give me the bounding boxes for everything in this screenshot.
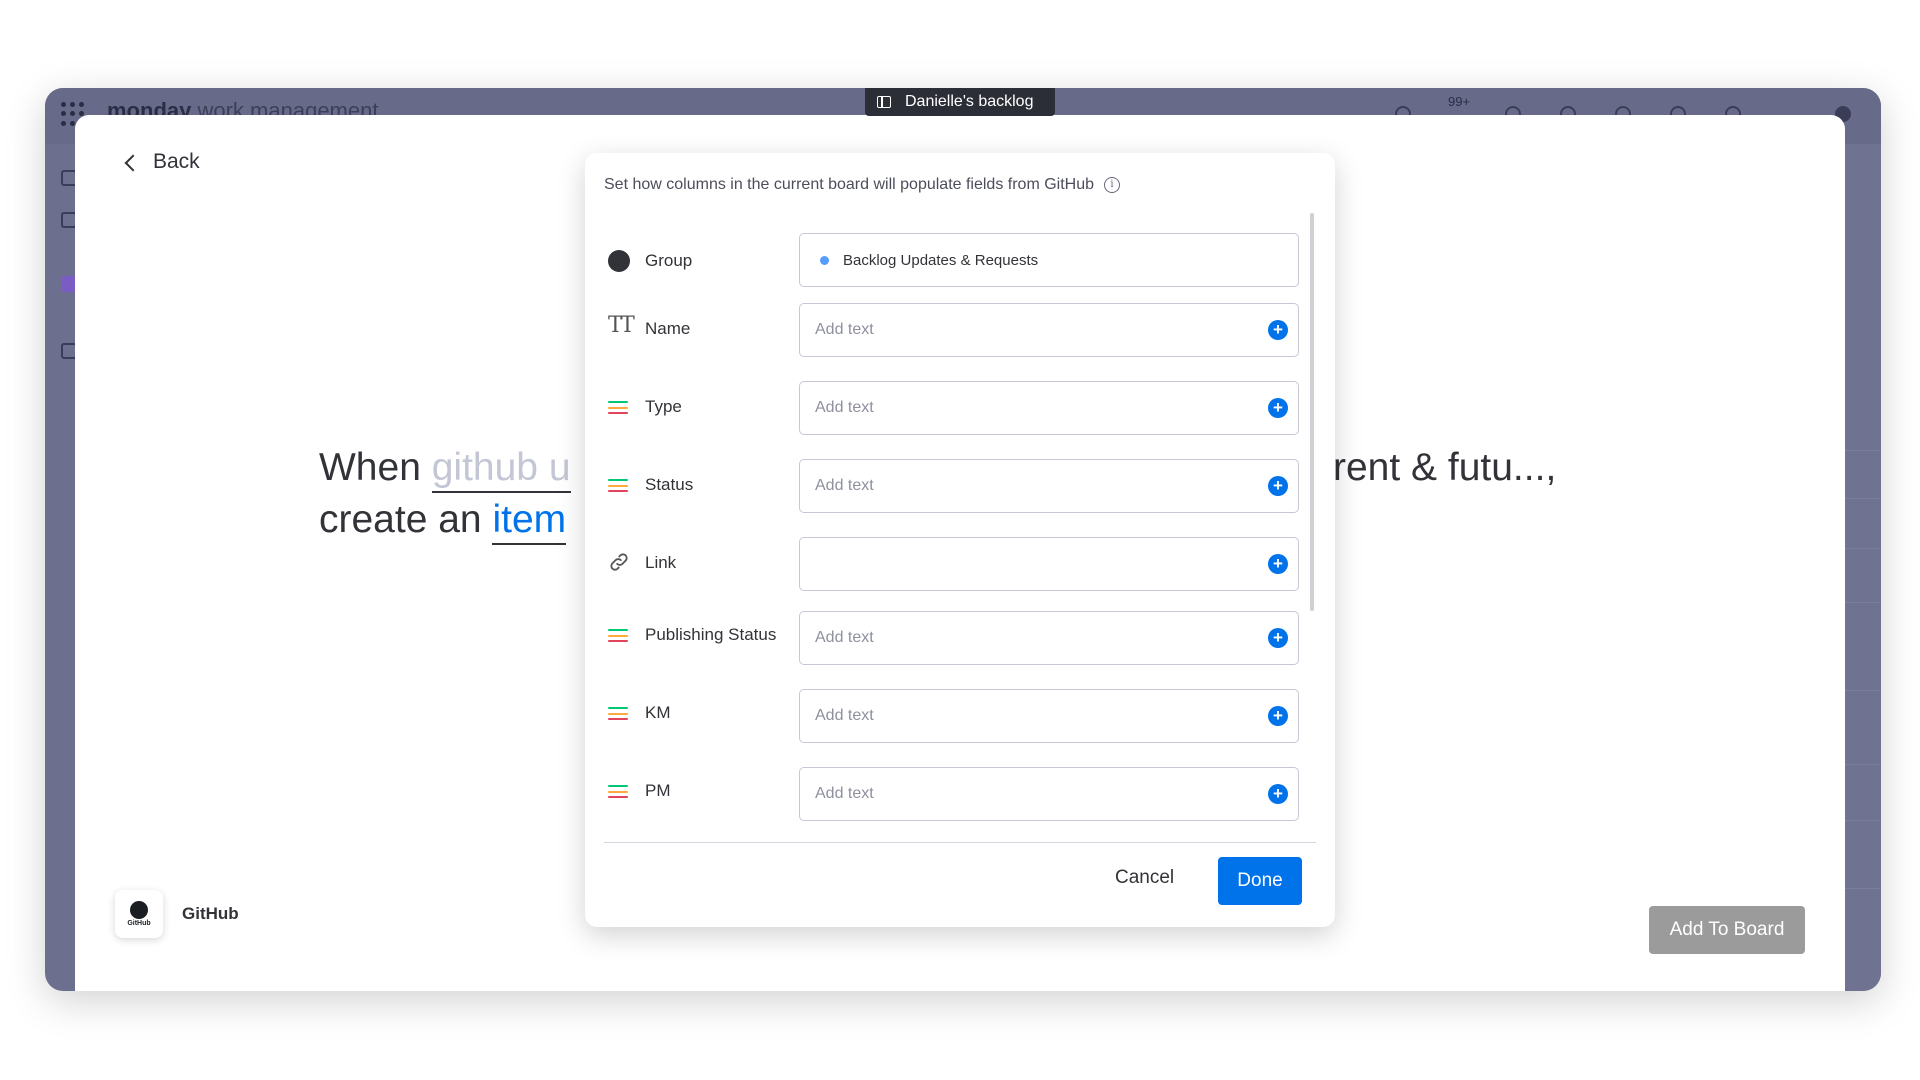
status-field[interactable]: Add text + [799, 459, 1299, 513]
mapping-row-km: KM Add text + [585, 689, 1335, 749]
status-column-icon [608, 401, 628, 414]
field-label: Link [645, 553, 677, 572]
type-field[interactable]: Add text + [799, 381, 1299, 435]
name-placeholder: Add text [815, 321, 874, 338]
field-label: KM [645, 703, 671, 722]
link-field[interactable]: + [799, 537, 1299, 591]
notification-count: 99+ [1448, 94, 1471, 109]
field-label: Name [645, 319, 691, 338]
board-icon [877, 96, 891, 108]
chevron-left-icon [124, 154, 142, 171]
field-label: Status [645, 475, 694, 494]
type-placeholder: Add text [815, 399, 874, 416]
add-field-button[interactable]: + [1268, 476, 1288, 496]
status-column-icon [608, 785, 628, 798]
field-label: Group [645, 251, 693, 270]
sentence-punct: , [1545, 446, 1557, 489]
add-field-button[interactable]: + [1268, 554, 1288, 574]
group-field[interactable]: rent & futu... [1333, 446, 1545, 489]
circle-icon [608, 250, 630, 272]
done-button[interactable]: Done [1218, 857, 1302, 905]
recipe-sentence-right: rent & futu..., [1333, 442, 1556, 494]
status-column-icon [608, 479, 628, 492]
status-column-icon [608, 629, 628, 642]
field-label: Publishing Status [645, 625, 777, 644]
field-mapping-modal: Set how columns in the current board wil… [585, 153, 1335, 927]
info-icon[interactable]: i [1104, 177, 1121, 193]
back-button[interactable]: Back [124, 150, 200, 174]
status-column-icon [608, 707, 628, 720]
add-field-button[interactable]: + [1268, 398, 1288, 418]
field-label: Type [645, 397, 682, 416]
github-logo: GitHub [115, 890, 163, 938]
back-label: Back [153, 150, 200, 173]
add-field-button[interactable]: + [1268, 320, 1288, 340]
github-logo-text: GitHub [127, 920, 151, 927]
board-tab[interactable]: Danielle's backlog [865, 88, 1055, 116]
status-placeholder: Add text [815, 477, 874, 494]
mapping-row-name: TT Name Add text + [585, 303, 1335, 363]
pm-placeholder: Add text [815, 785, 874, 802]
modal-description-text: Set how columns in the current board wil… [604, 176, 1095, 193]
publishing-status-placeholder: Add text [815, 629, 874, 646]
km-field[interactable]: Add text + [799, 689, 1299, 743]
publishing-status-field[interactable]: Add text + [799, 611, 1299, 665]
text-type-icon: TT [608, 313, 635, 338]
name-field[interactable]: Add text + [799, 303, 1299, 357]
cancel-button[interactable]: Cancel [1115, 867, 1174, 889]
board-tab-label: Danielle's backlog [905, 93, 1034, 110]
board-background [1845, 144, 1881, 991]
github-octocat-icon [130, 901, 148, 919]
link-icon [610, 553, 628, 571]
group-select[interactable]: Backlog Updates & Requests [799, 233, 1299, 287]
add-field-button[interactable]: + [1268, 706, 1288, 726]
mapping-row-status: Status Add text + [585, 459, 1335, 519]
modal-description: Set how columns in the current board wil… [604, 176, 1121, 194]
group-value: Backlog Updates & Requests [843, 251, 1039, 269]
field-label: PM [645, 781, 671, 800]
group-color-dot [820, 255, 829, 265]
sentence-start: When [319, 446, 432, 489]
trigger-field[interactable]: github u [431, 446, 571, 493]
add-field-button[interactable]: + [1268, 628, 1288, 648]
pm-field[interactable]: Add text + [799, 767, 1299, 821]
add-to-board-button[interactable]: Add To Board [1649, 906, 1805, 954]
add-field-button[interactable]: + [1268, 784, 1288, 804]
mapping-row-type: Type Add text + [585, 381, 1335, 441]
sentence-line2-start: create an [319, 498, 493, 541]
recipe-sentence: When github u create an item [319, 442, 571, 546]
mapping-row-publishing-status: Publishing Status Add text + [585, 611, 1335, 671]
integration-name: GitHub [182, 904, 239, 923]
mapping-row-pm: PM Add text + [585, 767, 1335, 827]
mapping-row-group: Group Backlog Updates & Requests [585, 233, 1335, 293]
item-field[interactable]: item [492, 498, 567, 545]
mapping-row-link: Link + [585, 537, 1335, 597]
km-placeholder: Add text [815, 707, 874, 724]
modal-divider [604, 842, 1316, 843]
